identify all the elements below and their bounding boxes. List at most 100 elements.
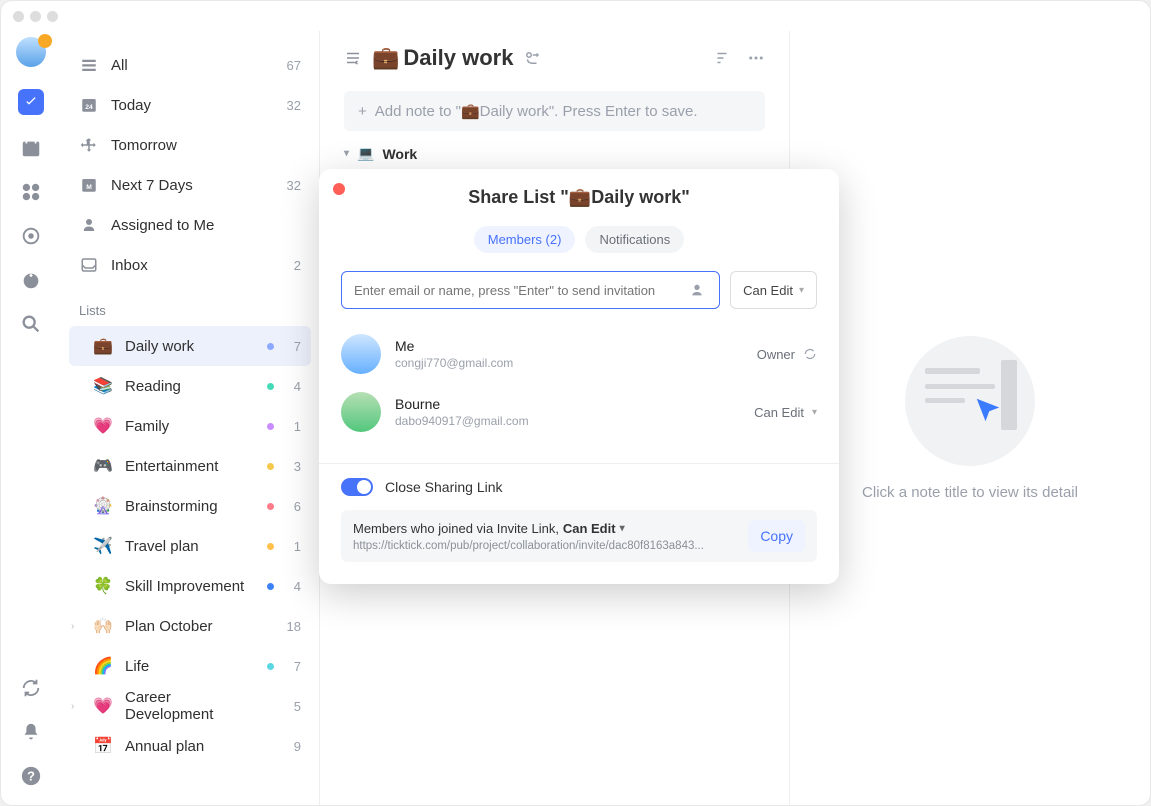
list-label: Family — [125, 418, 251, 435]
cursor-icon — [973, 395, 1003, 425]
chevron-down-icon: ▾ — [812, 407, 817, 418]
smart-list-today[interactable]: 24Today32 — [69, 85, 311, 125]
list-entertainment[interactable]: 🎮Entertainment3 — [69, 446, 311, 486]
color-dot — [267, 383, 274, 390]
list-emoji: 🎡 — [93, 496, 113, 516]
list-label: Career Development — [125, 689, 251, 723]
list-emoji: 🍀 — [93, 576, 113, 596]
traffic-light-close[interactable] — [13, 11, 24, 22]
copy-button[interactable]: Copy — [748, 520, 805, 552]
list-label: Plan October — [125, 618, 244, 635]
count-badge: 4 — [294, 379, 301, 394]
pomo-icon[interactable] — [20, 269, 42, 291]
sync-icon[interactable] — [803, 347, 817, 361]
add-person-icon[interactable] — [691, 282, 707, 298]
check-icon — [23, 94, 39, 110]
list-travel-plan[interactable]: ✈️Travel plan1 — [69, 526, 311, 566]
svg-text:M: M — [86, 184, 92, 191]
more-icon[interactable] — [747, 49, 765, 67]
list-header: 💼Daily work — [320, 31, 789, 85]
member-email: dabo940917@gmail.com — [395, 414, 740, 428]
title-emoji: 💼 — [372, 45, 399, 71]
detail-hint: Click a note title to view its detail — [862, 484, 1078, 501]
sync-icon[interactable] — [20, 677, 42, 699]
list-daily-work[interactable]: 💼Daily work7 — [69, 326, 311, 366]
smart-icon — [79, 136, 99, 154]
list-emoji: 💗 — [93, 416, 113, 436]
link-permission-select[interactable]: Can Edit ▾ — [563, 521, 625, 536]
user-avatar[interactable] — [16, 37, 46, 67]
list-annual-plan[interactable]: 📅Annual plan9 — [69, 726, 311, 766]
share-modal: Share List "💼Daily work" Members (2) Not… — [319, 169, 839, 584]
invite-input[interactable] — [341, 271, 720, 309]
list-family[interactable]: 💗Family1 — [69, 406, 311, 446]
list-emoji: 🎮 — [93, 456, 113, 476]
smart-list-tomorrow[interactable]: Tomorrow — [69, 125, 311, 165]
chevron-right-icon: › — [71, 701, 81, 712]
traffic-light-minimize[interactable] — [30, 11, 41, 22]
list-brainstorming[interactable]: 🎡 Brainstorming 6 — [69, 486, 311, 526]
member-avatar — [341, 334, 381, 374]
smart-list-assigned-to-me[interactable]: Assigned to Me — [69, 205, 311, 245]
collapse-icon[interactable] — [344, 49, 362, 67]
section-header[interactable]: ▾ 💻 Work — [320, 141, 789, 166]
share-link-url: https://ticktick.com/pub/project/collabo… — [353, 540, 736, 552]
list-emoji: 💼 — [93, 336, 113, 356]
modal-tabs: Members (2) Notifications — [341, 226, 817, 253]
empty-graphic — [905, 336, 1035, 466]
smart-icon — [79, 56, 99, 74]
color-dot — [267, 463, 274, 470]
list-label: Annual plan — [125, 738, 251, 755]
sharing-link-toggle[interactable] — [341, 478, 373, 496]
smart-list-next-7-days[interactable]: MNext 7 Days32 — [69, 165, 311, 205]
detail-panel: Click a note title to view its detail — [790, 31, 1150, 805]
count-badge: 32 — [287, 178, 301, 193]
modal-close-button[interactable] — [333, 183, 345, 195]
member-role[interactable]: Can Edit▾ — [754, 405, 817, 420]
chevron-down-icon: ▾ — [344, 148, 349, 159]
member-avatar — [341, 392, 381, 432]
list-plan-october[interactable]: ›🙌🏻Plan October18 — [69, 606, 311, 646]
traffic-light-zoom[interactable] — [47, 11, 58, 22]
count-badge: 4 — [294, 579, 301, 594]
calendar-icon[interactable] — [20, 137, 42, 159]
search-icon[interactable] — [20, 313, 42, 335]
smart-icon — [79, 216, 99, 234]
color-dot — [267, 503, 274, 510]
list-reading[interactable]: 📚Reading4 — [69, 366, 311, 406]
share-link-box: Members who joined via Invite Link, Can … — [341, 510, 817, 562]
smart-label: All — [111, 57, 275, 74]
smart-label: Today — [111, 97, 275, 114]
list-emoji: 🌈 — [93, 656, 113, 676]
bell-icon[interactable] — [20, 721, 42, 743]
help-icon[interactable]: ? — [20, 765, 42, 787]
smart-list-inbox[interactable]: Inbox2 — [69, 245, 311, 285]
sort-icon[interactable] — [713, 49, 731, 67]
chevron-down-icon: ▾ — [799, 285, 804, 296]
list-title: 💼Daily work — [372, 45, 513, 71]
lists-header: Lists — [69, 285, 311, 326]
add-note-input[interactable]: + Add note to "💼Daily work". Press Enter… — [344, 91, 765, 131]
matrix-icon[interactable] — [20, 181, 42, 203]
list-skill-improvement[interactable]: 🍀Skill Improvement4 — [69, 566, 311, 606]
divider — [319, 463, 839, 464]
svg-text:?: ? — [27, 769, 35, 784]
list-career-development[interactable]: ›💗Career Development5 — [69, 686, 311, 726]
nav-tasks[interactable] — [18, 89, 44, 115]
habit-icon[interactable] — [20, 225, 42, 247]
smart-list-all[interactable]: All67 — [69, 45, 311, 85]
list-life[interactable]: 🌈Life7 — [69, 646, 311, 686]
count-badge: 18 — [287, 619, 301, 634]
count-badge: 6 — [294, 499, 301, 514]
list-label: Brainstorming — [125, 498, 251, 515]
member-role: Owner — [757, 347, 817, 362]
share-icon[interactable] — [523, 49, 541, 67]
member-name: Me — [395, 338, 743, 354]
color-dot — [267, 663, 274, 670]
modal-title: Share List "💼Daily work" — [341, 187, 817, 208]
smart-label: Tomorrow — [111, 137, 289, 154]
tab-notifications[interactable]: Notifications — [585, 226, 684, 253]
tab-members[interactable]: Members (2) — [474, 226, 576, 253]
permission-select[interactable]: Can Edit ▾ — [730, 271, 817, 309]
invite-email-field[interactable] — [354, 283, 683, 298]
